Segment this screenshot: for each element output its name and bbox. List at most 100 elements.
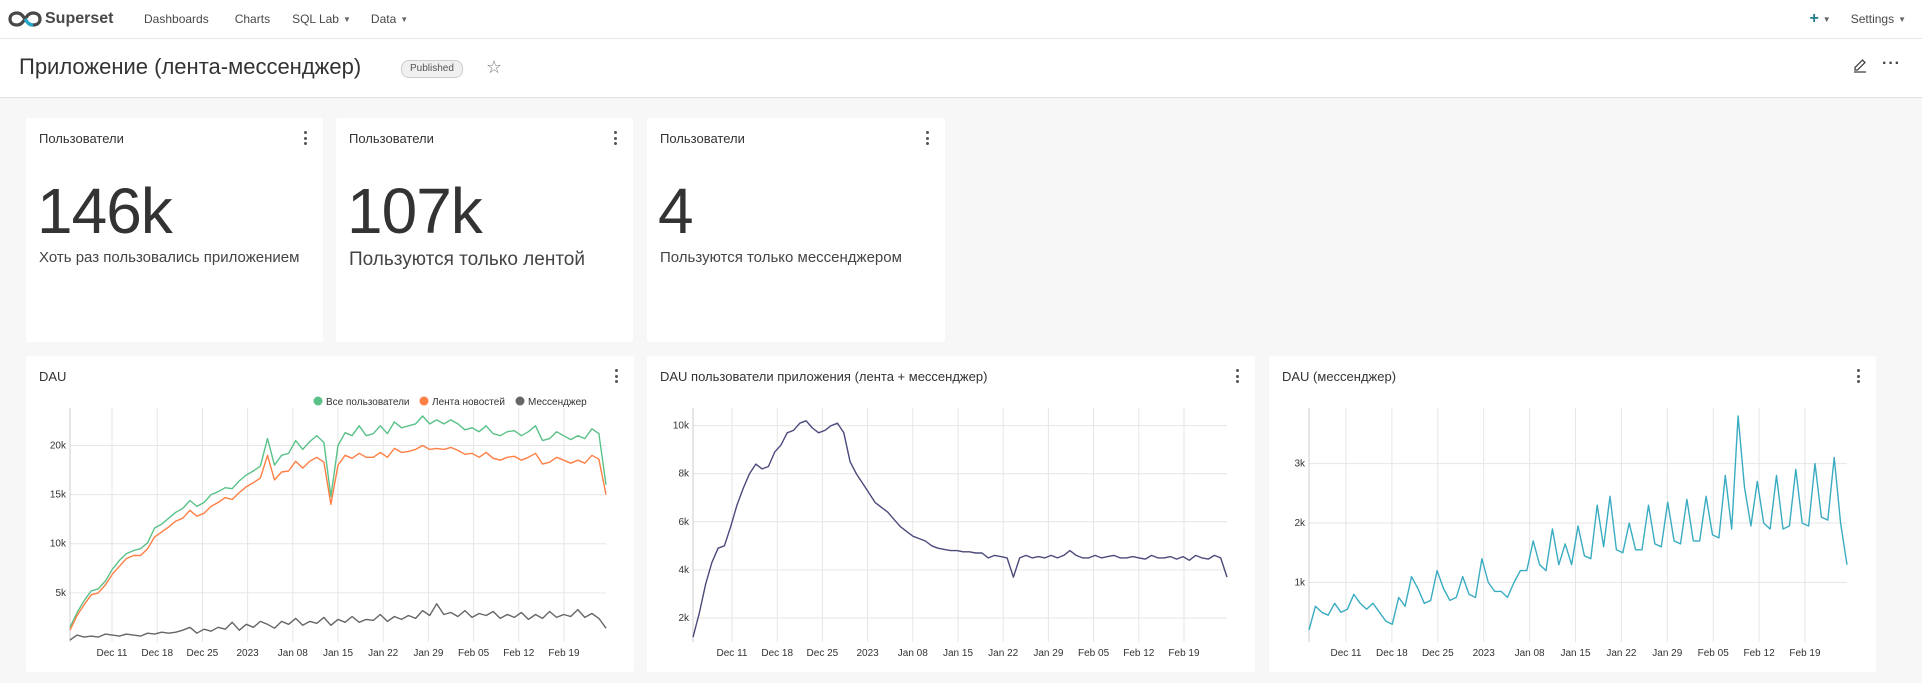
x-tick-label: Jan 22 [988,648,1018,659]
superset-logo-icon [8,11,42,27]
y-tick-label: 20k [50,440,67,451]
big-number-value: 4 [658,175,694,247]
y-tick-label: 10k [50,539,67,550]
nav-charts[interactable]: Charts [235,12,270,26]
y-tick-label: 6k [678,517,690,528]
x-tick-label: Feb 19 [548,648,580,659]
caret-down-icon: ▼ [342,14,351,24]
dashboard-title[interactable]: Приложение (лента-мессенджер) [19,54,361,80]
x-tick-label: Feb 12 [1744,648,1776,659]
x-tick-label: 2023 [856,648,879,659]
kebab-menu-icon[interactable] [303,131,307,145]
dau-messenger-line-chart[interactable]: Dec 11 Dec 18 Dec 25 2023 Jan 08 Jan 15 Jan 22… [1269,356,1876,672]
x-tick-label: Dec 18 [141,648,173,659]
y-tick-label: 15k [50,490,67,501]
x-tick-label: Jan 29 [1652,648,1682,659]
legend-marker[interactable] [419,396,429,406]
dau-line-chart[interactable]: Dec 11 Dec 18 Dec 25 2023 Jan 08 Jan 15 Jan 22… [26,356,634,672]
x-tick-label: Jan 08 [1515,648,1545,659]
y-tick-label: 4k [678,565,690,576]
legend-label[interactable]: Лента новостей [432,397,505,408]
card-title: Пользователи [39,131,124,146]
pencil-icon[interactable] [1852,57,1868,78]
x-tick-label: Jan 08 [278,648,308,659]
x-tick-label: Jan 15 [323,648,353,659]
x-tick-label: Jan 22 [1606,648,1636,659]
x-tick-label: Dec 18 [761,648,793,659]
kebab-menu-icon[interactable] [925,131,929,145]
settings-menu[interactable]: Settings ▼ [1851,12,1906,26]
dashboard-header: Приложение (лента-мессенджер) Published … [0,39,1922,98]
top-navbar: Superset Dashboards Charts SQL Lab ▼ Data… [0,0,1922,39]
y-tick-label: 5k [55,588,67,599]
big-number-card-messenger-only: Пользователи 4 Пользуются только мессенд… [647,118,945,342]
nav-sql-lab-label: SQL Lab [292,12,339,26]
x-tick-label: 2023 [1473,648,1496,659]
x-tick-label: Jan 29 [1033,648,1063,659]
x-tick-label: Jan 08 [898,648,928,659]
x-tick-label: Dec 18 [1376,648,1408,659]
x-tick-label: Dec 25 [807,648,839,659]
big-number-subheader: Пользуются только лентой [349,249,585,270]
series-line[interactable] [692,420,1228,638]
big-number-card-feed-only: Пользователи 107k Пользуются только лент… [336,118,633,342]
x-tick-label: 2023 [236,648,259,659]
x-tick-label: Feb 05 [1698,648,1730,659]
star-icon[interactable]: ☆ [486,57,502,78]
nav-charts-label: Charts [234,12,271,26]
dau-app-users-line-chart[interactable]: Dec 11 Dec 18 Dec 25 2023 Jan 08 Jan 15 Jan 22… [647,356,1255,672]
superset-logo[interactable]: Superset [8,10,126,28]
nav-data[interactable]: Data ▼ [371,12,408,26]
x-tick-label: Dec 25 [1422,648,1454,659]
legend-label[interactable]: Все пользователи [326,397,410,408]
x-tick-label: Jan 15 [1560,648,1590,659]
big-number-subheader: Пользуются только мессенджером [660,249,902,266]
published-status-badge[interactable]: Published [401,60,463,78]
x-tick-label: Jan 15 [943,648,973,659]
pencil-icon-svg [1854,59,1866,73]
x-tick-label: Dec 11 [97,648,128,659]
y-tick-label: 2k [678,613,690,624]
x-tick-label: Jan 29 [413,648,443,659]
x-tick-label: Feb 19 [1789,648,1821,659]
card-title: Пользователи [349,131,434,146]
nav-dashboards[interactable]: Dashboards [144,12,209,26]
legend-label[interactable]: Мессенджер [528,397,587,408]
y-tick-label: 3k [1294,459,1306,470]
big-number-value: 146k [37,175,173,247]
nav-sql-lab[interactable]: SQL Lab ▼ [292,12,351,26]
caret-down-icon: ▼ [1898,14,1906,24]
x-tick-label: Feb 12 [503,648,535,659]
legend-marker[interactable] [515,396,525,406]
chart-card-dau: DAU Dec 11 Dec 18 Dec 25 2023 Jan 08 Jan 15 Ja… [26,356,634,672]
legend-marker[interactable] [313,396,323,406]
x-tick-label: Feb 05 [1078,648,1110,659]
x-tick-label: Jan 22 [368,648,398,659]
nav-dashboards-label: Dashboards [144,12,209,26]
big-number-card-all: Пользователи 146k Хоть раз пользовались … [26,118,323,342]
kebab-menu-icon[interactable] [613,131,617,145]
card-title: Пользователи [660,131,745,146]
x-tick-label: Dec 11 [717,648,748,659]
settings-label: Settings [1850,12,1895,26]
more-horizontal-icon[interactable]: ··· [1882,55,1901,73]
x-tick-label: Dec 11 [1331,648,1362,659]
y-tick-label: 8k [678,469,690,480]
brand-name: Superset [45,10,114,27]
caret-down-icon: ▼ [1822,14,1831,24]
chart-card-dau-messenger: DAU (мессенджер) Dec 11 Dec 18 Dec 25 2023 J… [1269,356,1876,672]
caret-down-icon: ▼ [400,14,409,24]
y-tick-label: 2k [1294,518,1306,529]
x-tick-label: Dec 25 [187,648,219,659]
x-tick-label: Feb 19 [1168,648,1200,659]
y-tick-label: 1k [1294,578,1306,589]
nav-right-menu: + ▼ Settings ▼ [1809,10,1906,28]
plus-icon[interactable]: + ▼ [1809,10,1830,28]
big-number-subheader: Хоть раз пользовались приложением [39,249,300,266]
x-tick-label: Feb 12 [1123,648,1155,659]
nav-data-label: Data [370,12,397,26]
x-tick-label: Feb 05 [458,648,490,659]
big-number-value: 107k [347,175,483,247]
chart-card-dau-app-users: DAU пользователи приложения (лента + мес… [647,356,1255,672]
y-tick-label: 10k [673,421,690,432]
